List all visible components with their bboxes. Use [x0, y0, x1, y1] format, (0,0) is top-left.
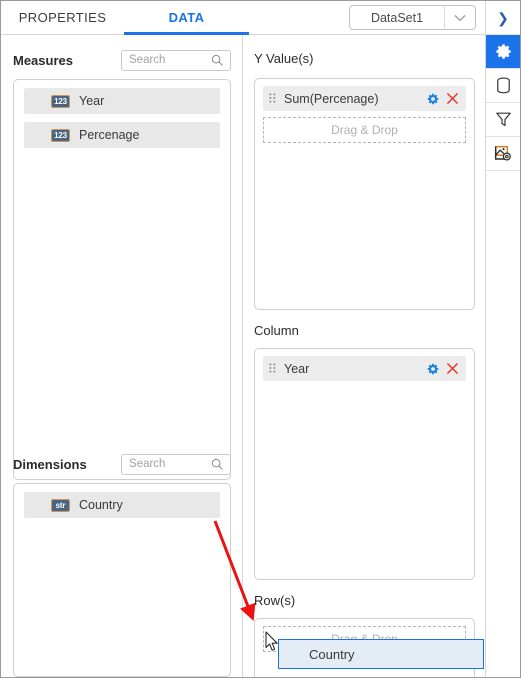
measures-search-input[interactable]: [122, 54, 211, 66]
column-pill-year[interactable]: Year: [263, 356, 466, 381]
dimensions-search[interactable]: [121, 453, 231, 475]
y-value-pill-label: Sum(Percenage): [284, 91, 379, 106]
chevron-right-icon: ❯: [497, 9, 509, 26]
measure-field-label: Percenage: [79, 128, 140, 142]
measures-header: Measures: [13, 49, 231, 71]
close-icon[interactable]: [446, 362, 459, 375]
measure-field-label: Year: [79, 94, 105, 108]
rail-item-filter[interactable]: [486, 103, 520, 137]
y-value-pill-sum-percenage[interactable]: Sum(Percenage): [263, 86, 466, 111]
dimensions-title: Dimensions: [13, 456, 87, 472]
gear-icon[interactable]: [426, 92, 440, 106]
dimensions-search-input[interactable]: [122, 458, 211, 470]
fields-pane: Measures 123 Year 123 Percenage: [1, 35, 243, 677]
measures-title: Measures: [13, 52, 73, 68]
tab-data[interactable]: DATA: [124, 1, 249, 34]
rail-collapse-button[interactable]: ❯: [486, 1, 520, 35]
rows-title: Row(s): [254, 593, 296, 608]
y-values-dropzone-box[interactable]: Sum(Percenage) Drag & Drop: [254, 78, 475, 310]
filter-icon: [494, 110, 513, 129]
dimensions-header: Dimensions: [13, 453, 231, 475]
gear-icon: [494, 42, 513, 61]
drag-ghost-country: Country: [278, 639, 484, 669]
dataset-dropdown-value: DataSet1: [370, 10, 424, 25]
tab-properties[interactable]: PROPERTIES: [1, 1, 124, 34]
string-type-badge: str: [51, 498, 70, 512]
number-type-badge: 123: [51, 128, 70, 142]
dimension-field-country[interactable]: str Country: [24, 492, 220, 518]
column-pill-label: Year: [284, 361, 310, 376]
search-icon: [211, 54, 230, 66]
number-type-badge: 123: [51, 94, 70, 108]
column-title: Column: [254, 323, 299, 338]
binding-zones-pane: Y Value(s) Sum(Percenage) Drag & Drop Co…: [244, 35, 485, 677]
data-binding-panel: PROPERTIES DATA DataSet1 ❯ Measures Sear…: [0, 0, 521, 678]
rail-item-properties[interactable]: [486, 35, 520, 69]
measures-list: 123 Year 123 Percenage: [13, 79, 231, 480]
dataset-dropdown[interactable]: DataSet1: [349, 5, 476, 30]
chevron-down-icon: [444, 6, 475, 29]
close-icon[interactable]: [446, 92, 459, 105]
y-values-drag-drop-placeholder[interactable]: Drag & Drop: [263, 117, 466, 143]
dimension-field-label: Country: [79, 498, 123, 512]
rail-item-format[interactable]: [486, 137, 520, 171]
search-icon: [211, 458, 230, 470]
measure-field-percenage[interactable]: 123 Percenage: [24, 122, 220, 148]
gear-icon[interactable]: [426, 362, 440, 376]
dimensions-list: str Country: [13, 483, 231, 677]
y-values-title: Y Value(s): [254, 51, 314, 66]
rail-item-data[interactable]: [486, 69, 520, 103]
database-icon: [494, 76, 513, 95]
column-dropzone-box[interactable]: Year: [254, 348, 475, 580]
drag-handle-icon[interactable]: [269, 92, 277, 105]
drag-handle-icon[interactable]: [269, 362, 277, 375]
measures-search[interactable]: [121, 49, 231, 71]
measure-field-year[interactable]: 123 Year: [24, 88, 220, 114]
icon-rail: ❯: [485, 1, 520, 677]
image-settings-icon: [493, 144, 513, 164]
panel-header: PROPERTIES DATA DataSet1: [1, 1, 485, 35]
